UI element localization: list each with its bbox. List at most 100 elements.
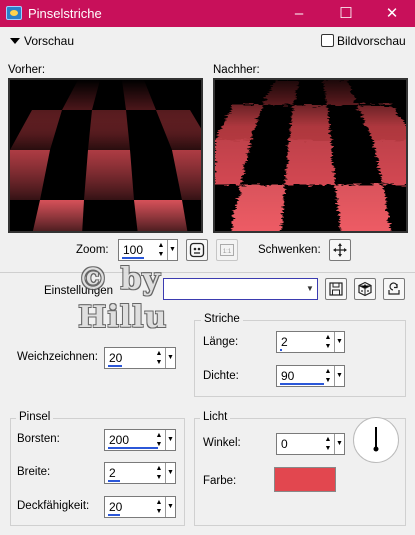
angle-dial[interactable] xyxy=(353,417,399,463)
svg-text:1:1: 1:1 xyxy=(223,249,232,255)
preview-bar: Vorschau Bildvorschau xyxy=(0,28,415,56)
striche-group-title: Striche xyxy=(201,313,243,325)
breite-spinbox[interactable]: 2 ▲ ▼ ▼ xyxy=(104,462,176,484)
maximize-button[interactable]: ☐ xyxy=(323,0,369,27)
spin-up-icon[interactable]: ▲ xyxy=(322,435,334,444)
move-arrows-icon xyxy=(333,243,347,257)
spin-arrows[interactable]: ▲ ▼ xyxy=(153,349,165,367)
dropdown-arrow-icon[interactable]: ▼ xyxy=(334,332,344,352)
save-disk-icon xyxy=(329,282,343,296)
chevron-down-icon[interactable]: ▼ xyxy=(303,279,317,299)
spin-up-icon[interactable]: ▲ xyxy=(155,241,167,250)
dice-icon xyxy=(358,281,372,297)
breite-slider-fill xyxy=(108,480,120,482)
deckfaehigkeit-label: Deckfähigkeit: xyxy=(17,500,90,512)
laenge-label: Länge: xyxy=(203,336,239,348)
laenge-value[interactable]: 2 xyxy=(281,335,288,349)
randomize-button[interactable] xyxy=(354,278,376,300)
spin-arrows[interactable]: ▲ ▼ xyxy=(322,435,334,453)
light-color-swatch[interactable] xyxy=(274,467,336,492)
breite-label: Breite: xyxy=(17,466,51,478)
winkel-value[interactable]: 0 xyxy=(281,437,288,451)
borsten-value[interactable]: 200 xyxy=(109,433,129,447)
spin-up-icon[interactable]: ▲ xyxy=(153,498,165,507)
close-button[interactable]: ✕ xyxy=(369,0,415,27)
spin-up-icon[interactable]: ▲ xyxy=(153,464,165,473)
laenge-spinbox[interactable]: 2 ▲ ▼ ▼ xyxy=(276,331,345,353)
zoom-actual-size-button[interactable]: 1:1 xyxy=(216,239,238,261)
deckfaehigkeit-value[interactable]: 20 xyxy=(109,500,122,514)
dichte-value[interactable]: 90 xyxy=(281,369,294,383)
collapse-arrow-icon xyxy=(10,38,20,44)
pan-label: Schwenken: xyxy=(258,244,321,256)
after-label: Nachher: xyxy=(213,64,260,76)
angle-dial-needle-icon xyxy=(373,427,379,452)
deckfaehigkeit-slider-fill xyxy=(108,514,120,516)
spin-up-icon[interactable]: ▲ xyxy=(153,349,165,358)
spin-down-icon[interactable]: ▼ xyxy=(153,507,165,516)
after-preview[interactable] xyxy=(213,78,408,233)
winkel-label: Winkel: xyxy=(203,437,241,449)
zoom-slider-fill xyxy=(122,257,144,259)
zoom-value[interactable]: 100 xyxy=(123,243,143,257)
spin-down-icon[interactable]: ▼ xyxy=(155,250,167,259)
watermark-line2: Hillu xyxy=(78,300,168,335)
weichzeichnen-slider-fill xyxy=(108,365,122,367)
laenge-slider-fill xyxy=(280,349,282,351)
dropdown-arrow-icon[interactable]: ▼ xyxy=(165,497,175,517)
bildvorschau-checkbox[interactable]: Bildvorschau xyxy=(321,34,406,48)
weichzeichnen-spinbox[interactable]: 20 ▲ ▼ ▼ xyxy=(104,347,176,369)
spin-down-icon[interactable]: ▼ xyxy=(322,342,334,351)
zoom-fit-button[interactable] xyxy=(186,239,208,261)
weichzeichnen-value[interactable]: 20 xyxy=(109,351,122,365)
reset-icon xyxy=(388,282,400,295)
dropdown-arrow-icon[interactable]: ▼ xyxy=(334,366,344,386)
checker-after-image xyxy=(215,80,406,231)
dropdown-arrow-icon[interactable]: ▼ xyxy=(165,430,175,450)
presets-combobox[interactable]: ▼ xyxy=(163,278,318,300)
watermark-line1: © by xyxy=(78,262,161,297)
preview-toggle[interactable]: Vorschau xyxy=(10,34,74,48)
reset-button[interactable] xyxy=(383,278,405,300)
before-preview[interactable] xyxy=(8,78,203,233)
checkbox-box[interactable] xyxy=(321,34,334,47)
save-preset-button[interactable] xyxy=(325,278,347,300)
minimize-button[interactable]: – xyxy=(276,0,322,27)
borsten-slider-fill xyxy=(108,447,158,449)
spin-arrows[interactable]: ▲ ▼ xyxy=(322,333,334,351)
licht-group-title: Licht xyxy=(200,411,231,423)
farbe-label: Farbe: xyxy=(203,475,237,487)
section-divider xyxy=(0,272,415,273)
zoom-spin-arrows[interactable]: ▲ ▼ xyxy=(155,241,167,259)
spin-arrows[interactable]: ▲ ▼ xyxy=(153,464,165,482)
winkel-spinbox[interactable]: 0 ▲ ▼ ▼ xyxy=(276,433,345,455)
bildvorschau-label: Bildvorschau xyxy=(337,34,406,48)
spin-up-icon[interactable]: ▲ xyxy=(153,431,165,440)
deckfaehigkeit-spinbox[interactable]: 20 ▲ ▼ ▼ xyxy=(104,496,176,518)
pinsel-group-title: Pinsel xyxy=(16,411,54,423)
dichte-spinbox[interactable]: 90 ▲ ▼ ▼ xyxy=(276,365,345,387)
before-label: Vorher: xyxy=(8,64,46,76)
spin-down-icon[interactable]: ▼ xyxy=(153,473,165,482)
weichzeichnen-label: Weichzeichnen: xyxy=(17,351,98,363)
pan-button[interactable] xyxy=(329,239,351,261)
spin-arrows[interactable]: ▲ ▼ xyxy=(153,498,165,516)
spin-up-icon[interactable]: ▲ xyxy=(322,367,334,376)
spin-down-icon[interactable]: ▼ xyxy=(322,444,334,453)
dropdown-arrow-icon[interactable]: ▼ xyxy=(165,348,175,368)
window-title: Pinselstriche xyxy=(28,6,102,21)
spin-up-icon[interactable]: ▲ xyxy=(322,333,334,342)
dropdown-arrow-icon[interactable]: ▼ xyxy=(334,434,344,454)
borsten-spinbox[interactable]: 200 ▲ ▼ ▼ xyxy=(104,429,176,451)
zoom-label: Zoom: xyxy=(76,244,109,256)
checker-before-image xyxy=(10,80,201,231)
breite-value[interactable]: 2 xyxy=(109,466,116,480)
dropdown-arrow-icon[interactable]: ▼ xyxy=(167,240,177,260)
zoom-fit-icon xyxy=(189,242,205,258)
zoom-spinbox[interactable]: 100 ▲ ▼ ▼ xyxy=(118,239,178,261)
dichte-slider-fill xyxy=(280,383,324,385)
spin-down-icon[interactable]: ▼ xyxy=(153,358,165,367)
title-bar: Pinselstriche – ☐ ✕ xyxy=(0,0,415,27)
dropdown-arrow-icon[interactable]: ▼ xyxy=(165,463,175,483)
preview-toggle-label: Vorschau xyxy=(24,34,75,48)
